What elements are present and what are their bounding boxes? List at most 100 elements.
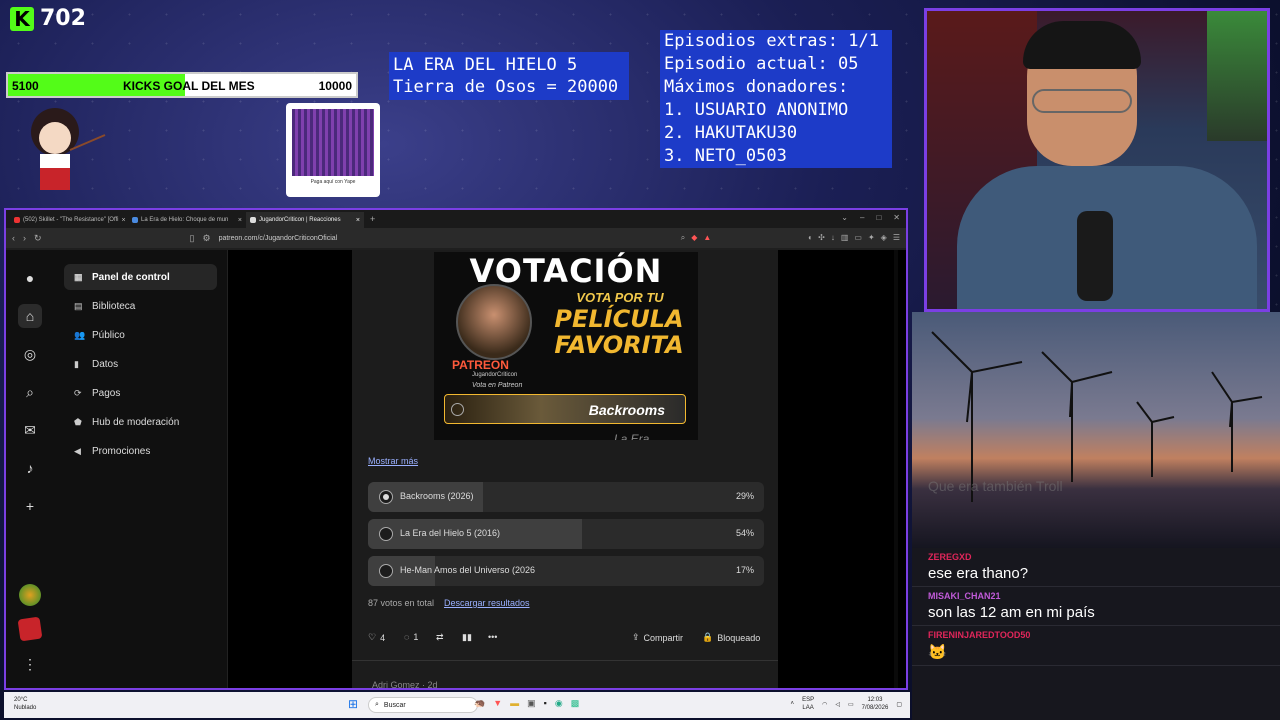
- poll-label: He-Man Amos del Universo (2026: [400, 565, 536, 575]
- battery-icon[interactable]: ▭: [848, 701, 854, 708]
- poll-option[interactable]: He-Man Amos del Universo (2026 17%: [368, 556, 764, 586]
- close-tab-icon[interactable]: ×: [122, 217, 126, 224]
- shield-icon[interactable]: ◈: [881, 233, 887, 243]
- nav-label: Panel de control: [92, 271, 170, 283]
- zoom-icon[interactable]: ⌕: [681, 233, 685, 243]
- icon-rail: ● ⌂ ◎ ⌕ ✉ ♪ + ⋮: [6, 250, 54, 688]
- search-icon[interactable]: ⌕: [18, 380, 42, 404]
- clock[interactable]: 12:03 7/08/2026: [862, 696, 889, 712]
- language-indicator[interactable]: ESP LAA: [802, 696, 814, 712]
- weather-widget[interactable]: 20°C Nublado: [14, 696, 36, 712]
- url-field[interactable]: patreon.com/c/JugandorCriticonOficial: [219, 235, 673, 242]
- scrollbar[interactable]: [894, 250, 898, 688]
- browser-window: (502) Skillet - "The Resistance" [Offi × …: [4, 208, 908, 690]
- repost-button[interactable]: ⇄: [436, 632, 444, 643]
- chat-username[interactable]: MISAKI_CHAN21: [928, 591, 1264, 601]
- brave-shield-icon[interactable]: ◆: [691, 233, 697, 243]
- sidebar-icon[interactable]: ▥: [841, 233, 849, 243]
- globe-icon[interactable]: ◎: [18, 342, 42, 366]
- avatar[interactable]: [19, 584, 41, 606]
- info-line: 3. NETO_0503: [664, 146, 787, 166]
- patreon-logo-icon[interactable]: ●: [18, 266, 42, 290]
- wallet-icon[interactable]: ▭: [854, 233, 862, 243]
- nav-library[interactable]: ▤ Biblioteca: [64, 293, 217, 319]
- plus-icon[interactable]: +: [18, 494, 42, 518]
- stats-button[interactable]: ▮▮: [462, 632, 472, 643]
- chat-username[interactable]: FIRENINJAREDTOOD50: [928, 630, 1264, 640]
- chat-icon[interactable]: ✉: [18, 418, 42, 442]
- poster-title: VOTACIÓN: [469, 252, 663, 290]
- notification-icon[interactable]: ▢: [896, 701, 902, 708]
- tab-youtube[interactable]: (502) Skillet - "The Resistance" [Offi ×: [10, 212, 128, 228]
- menu-icon[interactable]: ☰: [893, 233, 900, 243]
- download-icon[interactable]: ↓: [831, 233, 835, 243]
- bell-icon[interactable]: ♪: [18, 456, 42, 480]
- share-button[interactable]: ⇪ Compartir: [632, 632, 683, 643]
- vpn-icon[interactable]: ✦: [868, 233, 875, 243]
- nav-promotions[interactable]: ◀ Promociones: [64, 438, 217, 464]
- radio-icon[interactable]: [379, 564, 393, 578]
- rail-bottom: ⋮: [6, 584, 54, 676]
- files-icon[interactable]: ▣: [527, 698, 536, 709]
- tab-label: JugandorCriticon | Reacciones: [259, 217, 341, 223]
- maximize-icon[interactable]: □: [876, 213, 881, 222]
- taskbar-search[interactable]: ⌕ Buscar: [368, 697, 478, 713]
- wifi-icon[interactable]: ◠: [822, 701, 827, 708]
- windows-start-icon[interactable]: ⊞: [348, 697, 360, 711]
- nav-insights[interactable]: ▮ Datos: [64, 351, 217, 377]
- like-button[interactable]: ♡ 4: [368, 632, 385, 643]
- show-more-link[interactable]: Mostrar más: [368, 456, 418, 466]
- system-tray: ˄ ESP LAA ◠ ◁ ▭ 12:03 7/08/2026 ▢: [791, 696, 902, 712]
- locked-label: Bloqueado: [717, 632, 761, 643]
- close-icon[interactable]: ✕: [893, 213, 900, 222]
- radio-icon[interactable]: [379, 527, 393, 541]
- chat-username[interactable]: ZEREGXD: [928, 552, 1264, 562]
- rewards-icon[interactable]: ▲: [703, 233, 711, 243]
- extension-icon[interactable]: ◖: [807, 233, 812, 243]
- minimize-icon[interactable]: –: [860, 213, 864, 222]
- back-icon[interactable]: ‹: [12, 233, 15, 243]
- bookmark-icon[interactable]: ▯: [190, 233, 195, 244]
- poster-patreon: PATREON: [452, 358, 509, 372]
- nav-dashboard[interactable]: ▦ Panel de control: [64, 264, 217, 290]
- widget-icon[interactable]: 🦔: [474, 698, 485, 709]
- new-tab-button[interactable]: +: [364, 214, 381, 224]
- weather-condition: Nublado: [14, 705, 37, 711]
- site-info-icon[interactable]: ⚙: [203, 233, 211, 244]
- radio-selected-icon[interactable]: [379, 490, 393, 504]
- nav-label: Hub de moderación: [92, 416, 180, 428]
- reload-icon[interactable]: ↻: [34, 233, 42, 244]
- search-placeholder: Buscar: [383, 701, 406, 709]
- chevron-down-icon[interactable]: ⌄: [841, 213, 848, 222]
- app-icon[interactable]: ▩: [571, 698, 580, 709]
- forward-icon[interactable]: ›: [23, 233, 26, 243]
- nav-audience[interactable]: 👥 Público: [64, 322, 217, 348]
- download-results-link[interactable]: Descargar resultados: [444, 598, 530, 608]
- creator-avatar[interactable]: [17, 616, 43, 642]
- poll-option[interactable]: La Era del Hielo 5 (2016) 54%: [368, 519, 764, 549]
- nav-label: Datos: [92, 358, 119, 370]
- nav-moderation-hub[interactable]: ⬟ Hub de moderación: [64, 409, 217, 435]
- info-line: Episodio actual: 05: [664, 54, 859, 74]
- tab-patreon[interactable]: JugandorCriticon | Reacciones ×: [246, 212, 364, 228]
- nav-payouts[interactable]: ⟳ Pagos: [64, 380, 217, 406]
- cam-person-glasses: [1032, 89, 1132, 113]
- puzzle-icon[interactable]: ✣: [818, 233, 825, 243]
- close-tab-icon[interactable]: ×: [356, 217, 360, 224]
- home-icon[interactable]: ⌂: [18, 304, 42, 328]
- close-tab-icon[interactable]: ×: [238, 217, 242, 224]
- ice-age-line: Tierra de Osos = 20000: [393, 77, 619, 97]
- more-button[interactable]: •••: [488, 632, 497, 642]
- folder-icon[interactable]: ▬: [510, 698, 519, 709]
- tab-ice-age[interactable]: La Era de Hielo: Choque de mun ×: [128, 212, 246, 228]
- app-icon[interactable]: ◉: [555, 698, 563, 709]
- poll-option[interactable]: Backrooms (2026) 29%: [368, 482, 764, 512]
- chevron-up-icon[interactable]: ˄: [791, 701, 795, 707]
- chat-message: MISAKI_CHAN21 son las 12 am en mi país: [912, 587, 1280, 626]
- comment-button[interactable]: ◌ 1: [404, 632, 418, 642]
- volume-icon[interactable]: ◁: [835, 701, 840, 708]
- more-vertical-icon[interactable]: ⋮: [18, 652, 42, 676]
- faded-chat-message: Que era también Troll: [928, 478, 1063, 494]
- brave-icon[interactable]: ▼: [493, 698, 502, 709]
- terminal-icon[interactable]: ▪: [544, 698, 547, 709]
